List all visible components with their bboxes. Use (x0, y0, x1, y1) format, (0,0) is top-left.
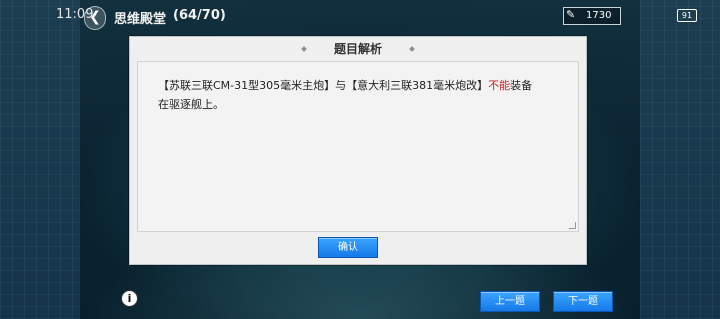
battery-indicator: 91 (677, 9, 697, 22)
ticket-icon: ✎ (566, 8, 576, 21)
back-button[interactable]: ❮ (84, 6, 106, 30)
question-line2: 在驱逐舰上。 (158, 98, 224, 111)
diamond-left-icon (301, 46, 307, 52)
diamond-right-icon (409, 46, 415, 52)
confirm-button[interactable]: 确认 (318, 237, 378, 258)
question-part2: 装备 (510, 79, 533, 92)
dialog-content: 【苏联三联CM-31型305毫米主炮】与【意大利三联381毫米炮改】不能装备 在… (137, 61, 579, 232)
info-icon: i (127, 292, 132, 305)
info-button[interactable]: i (121, 290, 138, 307)
prev-question-button[interactable]: 上一题 (480, 291, 540, 312)
question-text: 【苏联三联CM-31型305毫米主炮】与【意大利三联381毫米炮改】不能装备 在… (158, 76, 558, 114)
dialog-title: 题目解析 (333, 42, 382, 56)
question-progress: (64/70) (173, 8, 226, 23)
background-right-panel (640, 0, 720, 319)
chevron-left-icon: ❮ (89, 9, 101, 25)
page-title: 思维殿堂 (114, 12, 167, 27)
analysis-dialog: 题目解析 【苏联三联CM-31型305毫米主炮】与【意大利三联381毫米炮改】不… (129, 36, 587, 265)
resize-corner-icon (569, 222, 576, 229)
background-left-panel (0, 0, 80, 319)
question-part1: 【苏联三联CM-31型305毫米主炮】与【意大利三联381毫米炮改】 (158, 79, 489, 92)
currency-value: 1730 (586, 10, 612, 21)
question-highlight: 不能 (488, 79, 511, 92)
dialog-header: 题目解析 (130, 37, 586, 61)
next-question-button[interactable]: 下一题 (553, 291, 613, 312)
currency-counter: ✎ 1730 (563, 7, 621, 25)
